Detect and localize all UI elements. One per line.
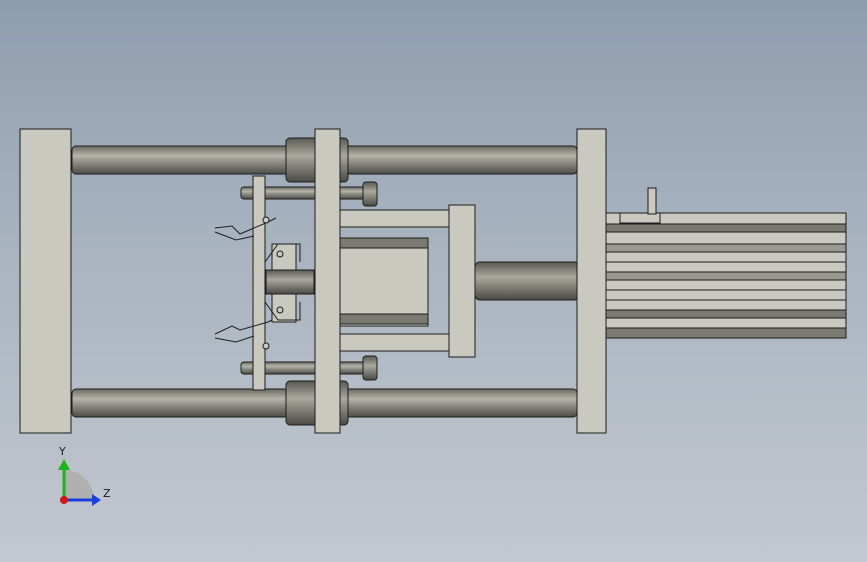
mechanism-drawing: Y Z bbox=[19, 128, 847, 506]
cylinder-groove-5 bbox=[605, 327, 847, 339]
frame-top-bar bbox=[339, 209, 451, 228]
cylinder-groove-3 bbox=[605, 271, 847, 281]
moving-plate bbox=[314, 128, 341, 434]
axis-triad: Y Z bbox=[58, 445, 111, 506]
right-end-plate bbox=[576, 128, 607, 434]
gripper-core bbox=[265, 269, 315, 295]
frame-bottom-bar bbox=[339, 333, 451, 352]
finger-bottom-2 bbox=[214, 335, 255, 343]
finger-top-2 bbox=[214, 231, 255, 241]
z-axis-label: Z bbox=[103, 487, 111, 500]
pin-1 bbox=[262, 216, 270, 224]
slider-block bbox=[339, 237, 429, 327]
cylinder-groove-1 bbox=[605, 223, 847, 233]
x-axis-dot bbox=[60, 496, 68, 504]
triad-arc bbox=[64, 470, 94, 500]
fitting-pin bbox=[647, 187, 657, 215]
cylinder-groove-2 bbox=[605, 243, 847, 253]
pin-2 bbox=[262, 342, 270, 350]
slider-block-shade-top bbox=[339, 237, 429, 249]
left-end-plate bbox=[19, 128, 72, 434]
y-axis-arrow bbox=[58, 459, 70, 470]
slider-block-shade-bottom bbox=[339, 313, 429, 325]
piston-rod bbox=[474, 261, 580, 301]
finger-bottom bbox=[214, 317, 277, 335]
stud-top-head bbox=[362, 181, 378, 207]
stud-bottom-head bbox=[362, 355, 378, 381]
cylinder-groove-4 bbox=[605, 309, 847, 319]
y-axis-label: Y bbox=[58, 445, 66, 458]
z-axis-arrow bbox=[92, 494, 101, 506]
pivot-top bbox=[276, 250, 284, 258]
frame-front-plate bbox=[448, 204, 476, 358]
pivot-bottom bbox=[276, 306, 284, 314]
gripper-plate bbox=[252, 175, 266, 391]
cad-viewport[interactable]: Y Z bbox=[0, 0, 867, 562]
